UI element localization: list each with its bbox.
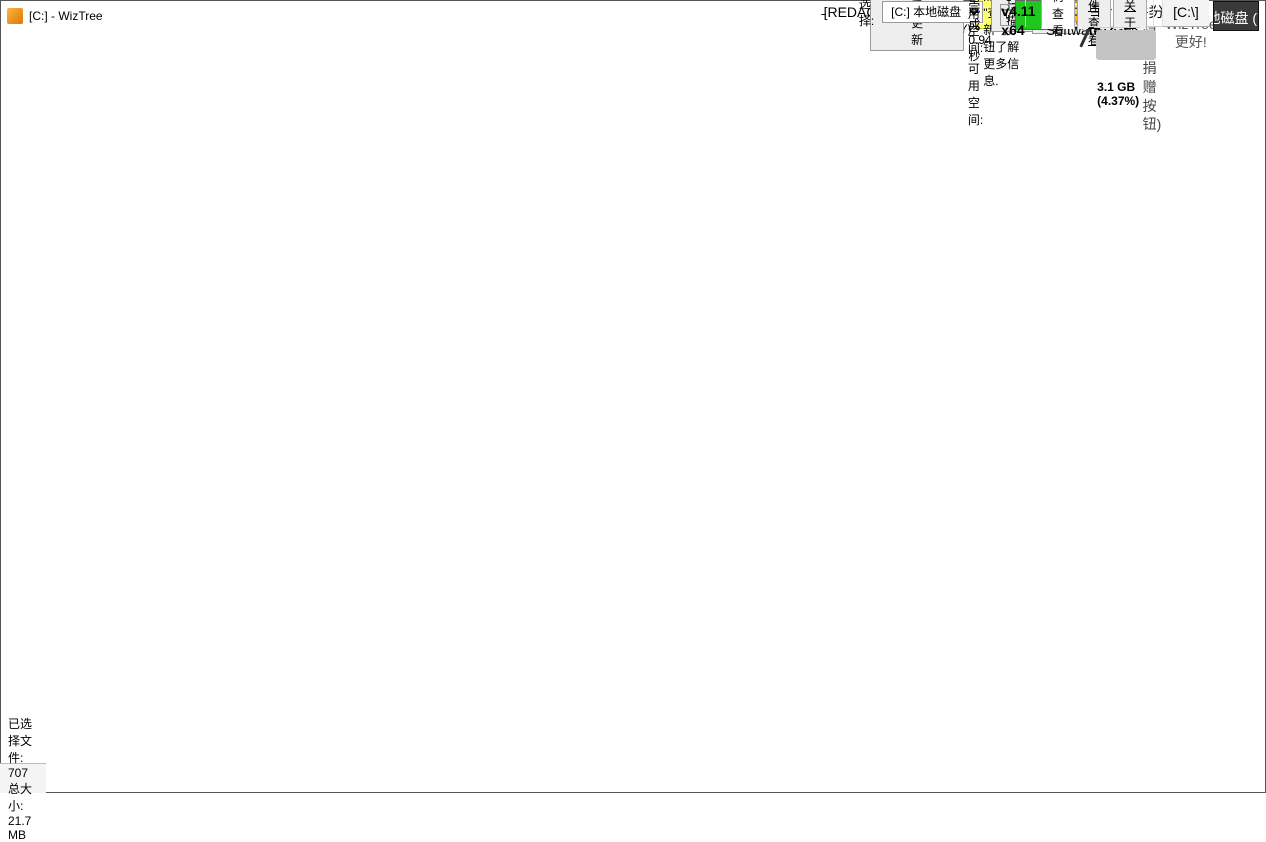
tree-h-scrollbar[interactable] [1094,27,1140,28]
status-text: 已选择文件: 707 总大小: 21.7 MB [8,715,38,842]
current-path-bar: [C:\] [1163,0,1209,27]
tab-about[interactable]: 关于 [1113,0,1147,29]
title-bar: [C:] - WizTree ̵[REDACTED]div> ώ[REDACTE… [1,1,1265,31]
tab-tree-view[interactable]: 树查看 [1041,0,1075,29]
ext-column-percent: 百分比 [1154,0,1163,27]
tree-column-percent: 父级百分比 [1091,0,1100,26]
app-icon [7,8,23,24]
treemap-view[interactable]: [C:] 本地磁盘 (70.2 GB) Windows\ (23.8 GB) W… [1213,1,1259,31]
window-title: [C:] - WizTree [29,9,103,23]
status-bar: 已选择文件: 707 总大小: 21.7 MB [0,763,46,793]
window-controls: ̵[REDACTED]div> ώ[REDACTED]div> ✕ 文件(Z) … [879,0,1263,35]
tm-windows: Windows\ (23.8 GB) WinSxS\ (7.9 GB) Syst… [1216,16,1259,31]
select-label: 选择: [859,0,874,29]
